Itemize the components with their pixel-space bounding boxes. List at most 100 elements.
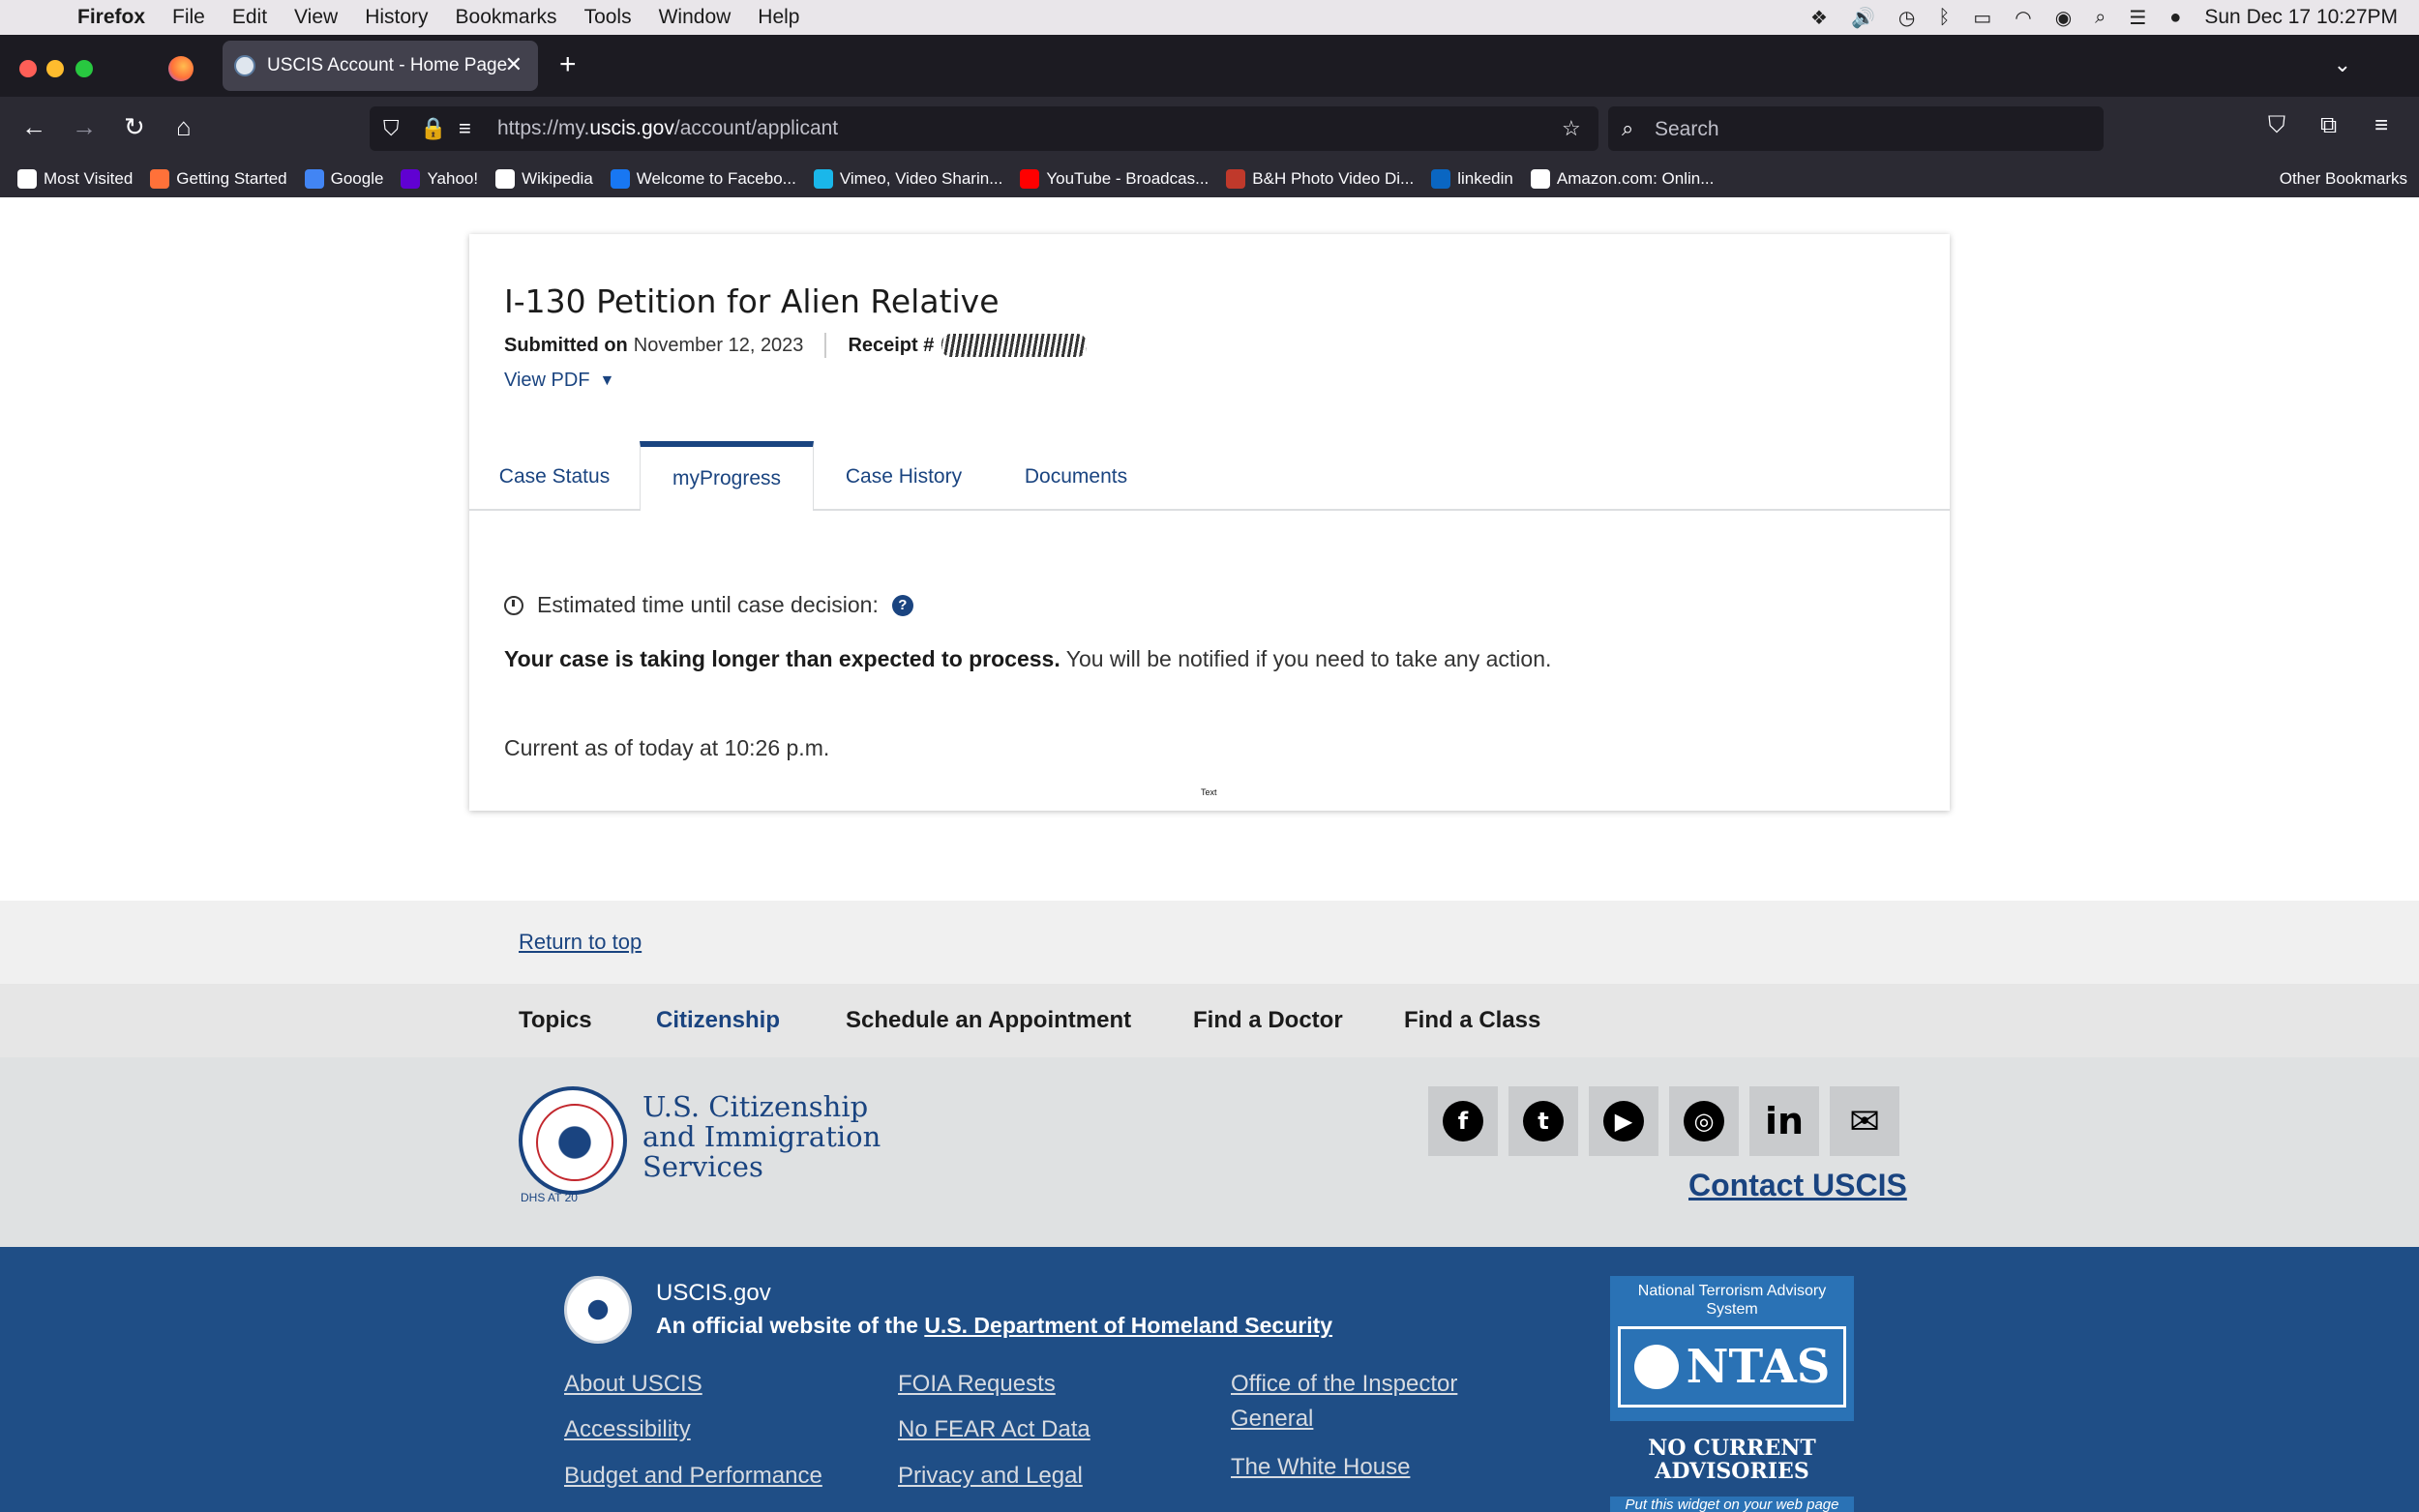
forward-button[interactable]: → bbox=[72, 112, 97, 142]
extensions-icon[interactable]: ⧉ bbox=[2320, 112, 2337, 139]
lock-icon[interactable]: 🔒 bbox=[420, 116, 446, 141]
menu-file[interactable]: File bbox=[172, 6, 205, 29]
bookmark-label: linkedin bbox=[1457, 169, 1513, 188]
footer-link-inspector-general[interactable]: Office of the Inspector General bbox=[1231, 1367, 1482, 1437]
footer-nav-schedule-appointment[interactable]: Schedule an Appointment bbox=[846, 1007, 1131, 1034]
url-text[interactable]: https://my.uscis.gov/account/applicant bbox=[497, 117, 838, 140]
view-pdf-button[interactable]: View PDF ▼ bbox=[504, 370, 614, 392]
linkedin-icon bbox=[1431, 169, 1451, 189]
user-icon[interactable]: ◉ bbox=[2055, 6, 2072, 30]
menu-window[interactable]: Window bbox=[659, 6, 732, 29]
help-question-icon[interactable]: ? bbox=[891, 594, 913, 616]
bookmark-item[interactable]: B&H Photo Video Di... bbox=[1226, 169, 1414, 189]
footer-link-no-fear[interactable]: No FEAR Act Data bbox=[898, 1412, 1090, 1447]
bookmark-item[interactable]: YouTube - Broadcas... bbox=[1020, 169, 1209, 189]
window-zoom-button[interactable] bbox=[75, 60, 93, 77]
bookmark-item[interactable]: Google bbox=[304, 169, 383, 189]
bookmark-label: Yahoo! bbox=[427, 169, 479, 188]
footer-link-foia[interactable]: FOIA Requests bbox=[898, 1367, 1056, 1402]
menu-history[interactable]: History bbox=[365, 6, 428, 29]
footer-link-privacy[interactable]: Privacy and Legal bbox=[898, 1459, 1083, 1494]
contact-uscis-link[interactable]: Contact USCIS bbox=[1688, 1168, 1907, 1203]
bookmark-item[interactable]: Getting Started bbox=[150, 169, 287, 189]
menu-app-name[interactable]: Firefox bbox=[77, 6, 145, 29]
footer-nav-find-class[interactable]: Find a Class bbox=[1404, 1007, 1540, 1034]
tab-title: USCIS Account - Home Page bbox=[267, 55, 508, 75]
url-bar[interactable]: ⛉ 🔒 ≡ https://my.uscis.gov/account/appli… bbox=[370, 106, 1598, 151]
estimate-label: Estimated time until case decision: bbox=[537, 592, 879, 617]
facebook-button[interactable]: f bbox=[1428, 1086, 1498, 1156]
email-button[interactable]: ✉ bbox=[1830, 1086, 1899, 1156]
wifi-icon[interactable]: ◠ bbox=[2015, 6, 2031, 30]
tab-documents[interactable]: Documents bbox=[994, 443, 1158, 511]
bookmark-item[interactable]: Most Visited bbox=[17, 169, 133, 189]
pocket-icon[interactable]: ⛉ bbox=[2268, 112, 2285, 139]
tab-close-icon[interactable]: ✕ bbox=[505, 52, 523, 77]
bookmark-item[interactable]: Amazon.com: Onlin... bbox=[1530, 169, 1714, 189]
firefox-view-icon[interactable] bbox=[168, 56, 194, 81]
bookmark-item[interactable]: Vimeo, Video Sharin... bbox=[813, 169, 1002, 189]
bookmark-item[interactable]: Wikipedia bbox=[495, 169, 593, 189]
return-to-top-link[interactable]: Return to top bbox=[519, 930, 642, 955]
dhs-link[interactable]: U.S. Department of Homeland Security bbox=[924, 1313, 1332, 1338]
case-tabs: Case Status myProgress Case History Docu… bbox=[469, 441, 1950, 511]
list-all-tabs-chevron-icon[interactable]: ⌄ bbox=[2334, 52, 2351, 77]
bookmark-item[interactable]: Welcome to Facebo... bbox=[610, 169, 796, 189]
bookmark-star-icon[interactable]: ☆ bbox=[1562, 116, 1581, 141]
site-permissions-icon[interactable]: ≡ bbox=[459, 116, 471, 141]
spotlight-search-icon[interactable]: ⌕ bbox=[2095, 7, 2105, 29]
instagram-button[interactable]: ◎ bbox=[1669, 1086, 1739, 1156]
tracking-protection-shield-icon[interactable]: ⛉ bbox=[383, 116, 400, 141]
footer-link-accessibility[interactable]: Accessibility bbox=[564, 1412, 691, 1447]
footer-link-budget[interactable]: Budget and Performance bbox=[564, 1459, 822, 1494]
footer-link-about[interactable]: About USCIS bbox=[564, 1367, 702, 1402]
back-button[interactable]: ← bbox=[21, 112, 46, 142]
footer-nav-topics[interactable]: Topics bbox=[519, 1007, 592, 1034]
time-machine-icon[interactable]: ◷ bbox=[1898, 6, 1915, 30]
footer-nav-citizenship[interactable]: Citizenship bbox=[656, 1007, 780, 1034]
youtube-button[interactable]: ▶ bbox=[1589, 1086, 1658, 1156]
footer-nav: Topics Citizenship Schedule an Appointme… bbox=[0, 984, 2419, 1057]
bluetooth-icon[interactable]: ᛒ bbox=[1938, 7, 1950, 29]
footer-nav-find-doctor[interactable]: Find a Doctor bbox=[1193, 1007, 1343, 1034]
twitter-button[interactable]: t bbox=[1508, 1086, 1578, 1156]
menu-bookmarks[interactable]: Bookmarks bbox=[456, 6, 557, 29]
dhs-seal-logo[interactable] bbox=[519, 1086, 627, 1195]
other-bookmarks-folder[interactable]: Other Bookmarks bbox=[2280, 169, 2407, 189]
home-button[interactable]: ⌂ bbox=[176, 112, 192, 142]
menu-view[interactable]: View bbox=[294, 6, 338, 29]
yahoo-icon bbox=[401, 169, 421, 189]
bookmark-item[interactable]: linkedin bbox=[1431, 169, 1513, 189]
control-center-icon[interactable]: ☰ bbox=[2129, 6, 2146, 30]
siri-icon[interactable]: ● bbox=[2169, 7, 2181, 29]
search-bar[interactable]: ⌕ Search bbox=[1608, 106, 2104, 151]
window-minimize-button[interactable] bbox=[46, 60, 64, 77]
ntas-widget-link[interactable]: Put this widget on your web page bbox=[1610, 1497, 1854, 1512]
agency-name[interactable]: U.S. Citizenship and Immigration Service… bbox=[642, 1092, 894, 1182]
menu-help[interactable]: Help bbox=[758, 6, 799, 29]
footer-identifier: USCIS.gov An official website of the U.S… bbox=[0, 1247, 2419, 1512]
linkedin-button[interactable]: in bbox=[1749, 1086, 1819, 1156]
battery-icon[interactable]: ▭ bbox=[1973, 6, 1991, 30]
menubar-datetime[interactable]: Sun Dec 17 10:27PM bbox=[2204, 6, 2398, 29]
firefox-icon bbox=[150, 169, 170, 189]
hamburger-menu-icon[interactable]: ≡ bbox=[2374, 112, 2388, 139]
tab-case-status[interactable]: Case Status bbox=[469, 443, 640, 511]
dropbox-icon[interactable]: ❖ bbox=[1810, 6, 1828, 30]
submission-info: Submitted on November 12, 2023 Receipt # bbox=[504, 333, 1088, 358]
ntas-widget[interactable]: National Terrorism Advisory System NTAS bbox=[1610, 1276, 1854, 1421]
reload-button[interactable]: ↻ bbox=[124, 112, 145, 142]
page-content: I-130 Petition for Alien Relative Submit… bbox=[0, 197, 2419, 1512]
new-tab-button[interactable]: + bbox=[559, 48, 577, 81]
tab-myprogress[interactable]: myProgress bbox=[640, 441, 814, 511]
bh-icon bbox=[1226, 169, 1246, 189]
tab-case-history[interactable]: Case History bbox=[814, 443, 994, 511]
menu-edit[interactable]: Edit bbox=[232, 6, 267, 29]
footer-link-white-house[interactable]: The White House bbox=[1231, 1450, 1410, 1485]
volume-icon[interactable]: 🔊 bbox=[1851, 6, 1875, 30]
menu-tools[interactable]: Tools bbox=[584, 6, 632, 29]
browser-tab-active[interactable]: USCIS Account - Home Page ✕ bbox=[223, 41, 538, 91]
window-close-button[interactable] bbox=[19, 60, 37, 77]
bookmark-item[interactable]: Yahoo! bbox=[401, 169, 478, 189]
estimate-row: Estimated time until case decision: ? bbox=[504, 592, 913, 618]
